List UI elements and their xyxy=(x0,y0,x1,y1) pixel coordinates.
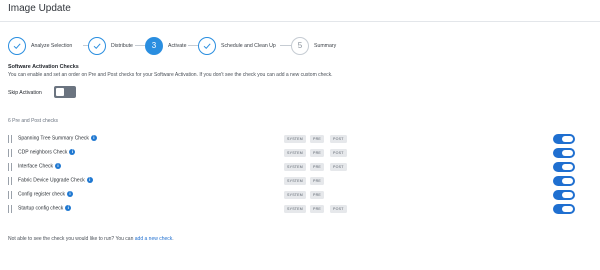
step-summary[interactable]: 5 Summary xyxy=(291,36,336,55)
info-icon[interactable]: i xyxy=(86,177,93,183)
check-name: Interface Check i xyxy=(18,163,62,169)
tag-pre: PRE xyxy=(310,149,324,157)
toggle-knob xyxy=(562,192,573,198)
info-icon[interactable]: i xyxy=(66,191,73,197)
toggle-knob xyxy=(562,136,573,142)
drag-handle-icon[interactable] xyxy=(8,149,12,157)
check-enable-toggle[interactable] xyxy=(553,190,575,200)
drag-handle-icon[interactable] xyxy=(8,163,12,171)
toggle-knob xyxy=(56,88,64,96)
toggle-knob xyxy=(562,206,573,212)
check-row: Spanning Tree Summary Check i SYSTEM PRE … xyxy=(8,134,593,145)
check-name: Fabric Device Upgrade Check i xyxy=(18,177,93,183)
tag-post: POST xyxy=(330,163,347,171)
check-row: Startup config check i SYSTEM PRE POST xyxy=(8,204,593,215)
step-label: Activate xyxy=(168,42,187,49)
check-enable-toggle[interactable] xyxy=(553,162,575,172)
tag-post: POST xyxy=(330,205,347,213)
check-name: CDP neighbors Check i xyxy=(18,149,76,155)
toggle-knob xyxy=(562,150,573,156)
checks-count-label: 6 Pre and Post checks xyxy=(8,118,59,124)
tag-system: SYSTEM xyxy=(284,163,306,171)
step-schedule-clean-up[interactable]: Schedule and Clean Up xyxy=(198,36,276,55)
info-icon[interactable]: i xyxy=(69,149,76,155)
tag-system: SYSTEM xyxy=(284,135,306,143)
check-enable-toggle[interactable] xyxy=(553,148,575,158)
step-analyze-selection[interactable]: Analyze Selection xyxy=(8,36,72,55)
check-row: Fabric Device Upgrade Check i SYSTEM PRE xyxy=(8,176,593,187)
step-number-badge: 3 xyxy=(145,36,163,55)
section-description: You can enable and set an order on Pre a… xyxy=(8,72,333,78)
check-name: Config register check i xyxy=(18,191,73,197)
footer-suffix: . xyxy=(172,236,174,242)
check-enable-toggle[interactable] xyxy=(553,176,575,186)
toggle-knob xyxy=(562,164,573,170)
drag-handle-icon[interactable] xyxy=(8,191,12,199)
info-icon[interactable]: i xyxy=(90,135,97,141)
check-name: Startup config check i xyxy=(18,205,72,211)
step-number-badge: 5 xyxy=(291,36,309,55)
info-icon[interactable]: i xyxy=(55,163,62,169)
step-activate[interactable]: 3 Activate xyxy=(145,36,186,55)
drag-handle-icon[interactable] xyxy=(8,177,12,185)
tag-system: SYSTEM xyxy=(284,205,306,213)
step-label: Distribute xyxy=(111,42,133,49)
tag-pre: PRE xyxy=(310,177,324,185)
image-update-page: Image Update Analyze Selection Distribut… xyxy=(0,0,600,270)
tag-pre: PRE xyxy=(310,163,324,171)
toggle-knob xyxy=(562,178,573,184)
check-name: Spanning Tree Summary Check i xyxy=(18,135,97,141)
footer-text: Not able to see the check you would like… xyxy=(8,236,135,242)
step-label: Summary xyxy=(314,42,337,49)
tag-post: POST xyxy=(330,135,347,143)
step-label: Schedule and Clean Up xyxy=(221,42,276,49)
tag-post: POST xyxy=(330,149,347,157)
drag-handle-icon[interactable] xyxy=(8,135,12,143)
page-title: Image Update xyxy=(8,3,71,14)
footer-note: Not able to see the check you would like… xyxy=(8,236,174,242)
check-enable-toggle[interactable] xyxy=(553,134,575,144)
skip-activation-toggle[interactable] xyxy=(54,86,76,98)
check-row: Config register check i SYSTEM PRE xyxy=(8,190,593,201)
step-distribute[interactable]: Distribute xyxy=(88,36,133,55)
check-row: Interface Check i SYSTEM PRE POST xyxy=(8,162,593,173)
tag-pre: PRE xyxy=(310,191,324,199)
workflow-stepper: Analyze Selection Distribute 3 Activate … xyxy=(8,36,408,55)
tag-system: SYSTEM xyxy=(284,177,306,185)
check-circle-icon xyxy=(88,36,106,55)
tag-system: SYSTEM xyxy=(284,191,306,199)
add-new-check-link[interactable]: add a new check xyxy=(135,236,173,242)
step-label: Analyze Selection xyxy=(31,42,73,49)
skip-activation-label: Skip Activation xyxy=(8,90,42,96)
section-heading: Software Activation Checks xyxy=(8,64,79,70)
check-circle-icon xyxy=(198,36,216,55)
check-enable-toggle[interactable] xyxy=(553,204,575,214)
tag-pre: PRE xyxy=(310,135,324,143)
check-row: CDP neighbors Check i SYSTEM PRE POST xyxy=(8,148,593,159)
tag-system: SYSTEM xyxy=(284,149,306,157)
info-icon[interactable]: i xyxy=(65,205,72,211)
title-divider xyxy=(0,21,600,22)
check-circle-icon xyxy=(8,36,26,55)
tag-pre: PRE xyxy=(310,205,324,213)
drag-handle-icon[interactable] xyxy=(8,205,12,213)
